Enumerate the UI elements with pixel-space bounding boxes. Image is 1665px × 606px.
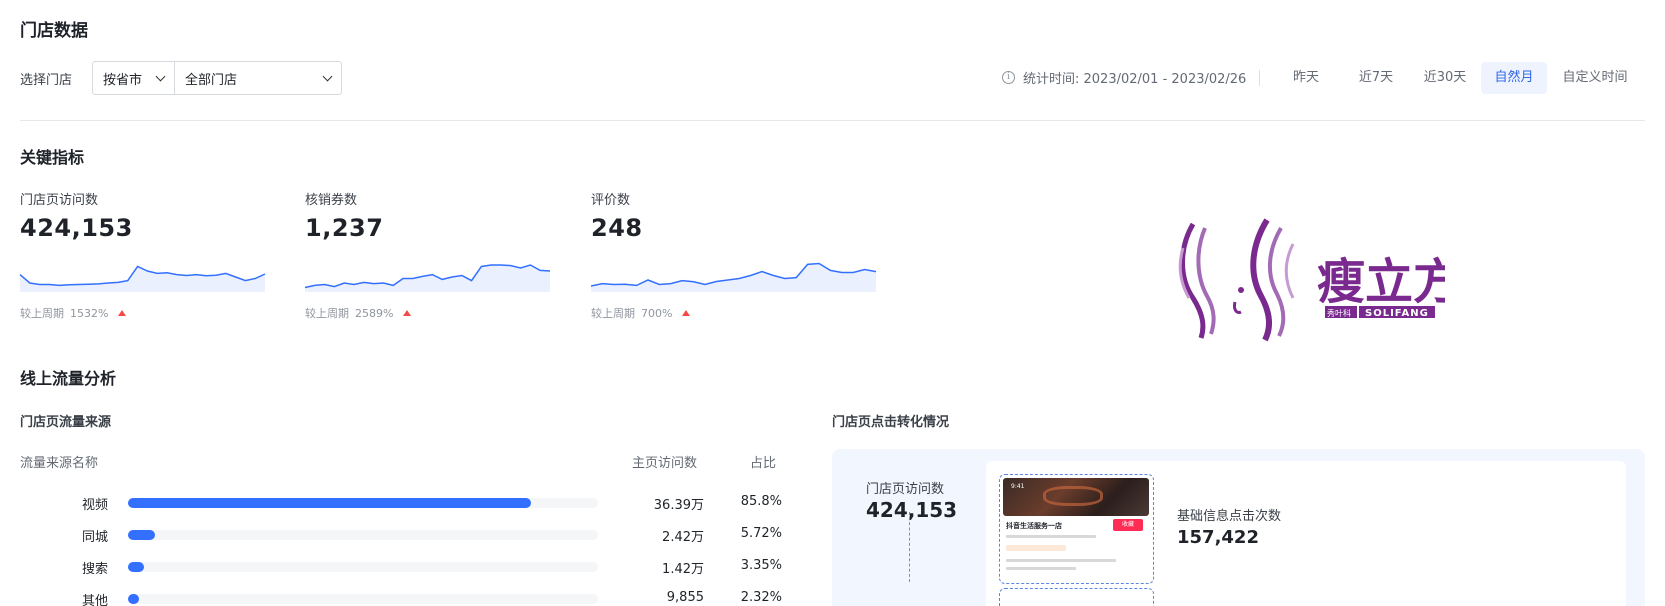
preview-text-line xyxy=(1006,535,1096,538)
source-name: 其他 xyxy=(81,594,108,606)
column-header-source: 流量来源名称 xyxy=(20,456,99,471)
chevron-down-icon xyxy=(155,71,166,81)
preview-store-name: 抖音生活服务一店 xyxy=(1006,522,1062,530)
metric-value: 248 xyxy=(591,214,643,242)
store-filter: 按省市 全部门店 xyxy=(92,61,342,95)
divider xyxy=(1259,70,1260,86)
trend-up-icon xyxy=(403,310,412,316)
source-name: 同城 xyxy=(81,530,108,545)
bar-fill xyxy=(128,530,155,540)
metric-label: 门店页访问数 xyxy=(20,193,99,208)
preview-text-line xyxy=(1006,567,1076,570)
logo-en: SOLIFANG xyxy=(1365,308,1429,319)
traffic-source-title: 门店页流量来源 xyxy=(20,415,112,430)
sparkline-area xyxy=(591,263,876,292)
store-page-preview-lower xyxy=(999,588,1154,606)
range-yesterday-button[interactable]: 昨天 xyxy=(1280,62,1332,94)
sparkline-area xyxy=(20,266,265,292)
source-ratio: 2.32% xyxy=(740,590,782,605)
column-header-visits: 主页访问数 xyxy=(632,456,698,471)
metric-value: 424,153 xyxy=(20,214,133,242)
coupons-sparkline xyxy=(304,264,551,292)
logo-text: 瘦立方 xyxy=(1317,254,1445,310)
bar-track xyxy=(128,594,598,604)
bar-track xyxy=(128,530,598,540)
store-visits-label: 门店页访问数 xyxy=(866,482,945,497)
source-ratio: 5.72% xyxy=(740,526,782,541)
trend-up-icon xyxy=(682,310,691,316)
compare-value: 1532% xyxy=(70,306,109,320)
metric-compare: 较上周期 2589% xyxy=(305,305,412,321)
funnel-connector xyxy=(909,512,910,582)
region-select-value: 按省市 xyxy=(103,72,143,88)
store-select-value: 全部门店 xyxy=(185,72,238,88)
status-time: 9:41 xyxy=(1011,483,1025,490)
store-cover-image: 9:41 xyxy=(1003,478,1149,516)
store-visits-value: 424,153 xyxy=(866,498,958,522)
store-filter-label: 选择门店 xyxy=(20,73,73,88)
compare-label: 较上周期 xyxy=(20,307,64,320)
bar-track xyxy=(128,562,598,572)
compare-value: 700% xyxy=(641,306,673,320)
page-title: 门店数据 xyxy=(20,21,88,41)
source-visits: 9,855 xyxy=(666,590,704,605)
source-name: 视频 xyxy=(81,498,108,513)
column-header-ratio: 占比 xyxy=(750,456,777,471)
chevron-down-icon xyxy=(322,71,333,81)
sparkline-area xyxy=(305,265,550,292)
store-page-preview: 9:41 抖音生活服务一店 收藏 xyxy=(999,474,1154,584)
range-custom-button[interactable]: 自定义时间 xyxy=(1555,62,1635,94)
key-metrics-title: 关键指标 xyxy=(20,148,85,167)
preview-tag xyxy=(1006,545,1066,551)
store-select[interactable]: 全部门店 xyxy=(175,62,341,94)
logo-tag: 秀叶科 xyxy=(1327,308,1351,318)
metric-compare: 较上周期 700% xyxy=(591,305,691,321)
compare-label: 较上周期 xyxy=(591,307,635,320)
source-visits: 1.42万 xyxy=(662,562,704,577)
trend-up-icon xyxy=(118,310,127,316)
cover-shape xyxy=(1043,486,1103,506)
basic-info-clicks-value: 157,422 xyxy=(1177,527,1259,548)
preview-text-line xyxy=(1006,559,1116,562)
online-traffic-title: 线上流量分析 xyxy=(20,369,117,388)
range-30d-button[interactable]: 近30天 xyxy=(1414,62,1476,94)
range-month-button[interactable]: 自然月 xyxy=(1481,62,1547,94)
conversion-title: 门店页点击转化情况 xyxy=(832,415,950,430)
stat-time-text: 统计时间: 2023/02/01 - 2023/02/26 xyxy=(1023,72,1247,87)
bar-track xyxy=(128,498,598,508)
range-7d-button[interactable]: 近7天 xyxy=(1350,62,1402,94)
source-visits: 36.39万 xyxy=(653,498,704,513)
divider xyxy=(20,120,1645,121)
source-ratio: 3.35% xyxy=(740,558,782,573)
metric-value: 1,237 xyxy=(305,214,384,242)
compare-value: 2589% xyxy=(355,306,394,320)
stat-time: i 统计时间: 2023/02/01 - 2023/02/26 xyxy=(1002,68,1246,87)
source-name: 搜索 xyxy=(81,562,108,577)
brand-logo: 瘦立方 秀叶科 SOLIFANG xyxy=(1178,218,1445,342)
metric-label: 评价数 xyxy=(591,193,631,208)
preview-collect-button: 收藏 xyxy=(1113,519,1143,531)
bar-fill xyxy=(128,498,532,508)
compare-label: 较上周期 xyxy=(305,307,349,320)
metric-compare: 较上周期 1532% xyxy=(20,305,127,321)
visits-sparkline xyxy=(19,265,266,292)
bar-fill xyxy=(128,594,139,604)
source-visits: 2.42万 xyxy=(662,530,704,545)
bar-fill xyxy=(128,562,144,572)
info-icon: i xyxy=(1002,71,1015,84)
reviews-sparkline xyxy=(590,262,877,292)
metric-label: 核销券数 xyxy=(305,193,358,208)
source-ratio: 85.8% xyxy=(740,494,782,509)
basic-info-clicks-label: 基础信息点击次数 xyxy=(1177,509,1282,524)
region-select[interactable]: 按省市 xyxy=(93,62,175,94)
